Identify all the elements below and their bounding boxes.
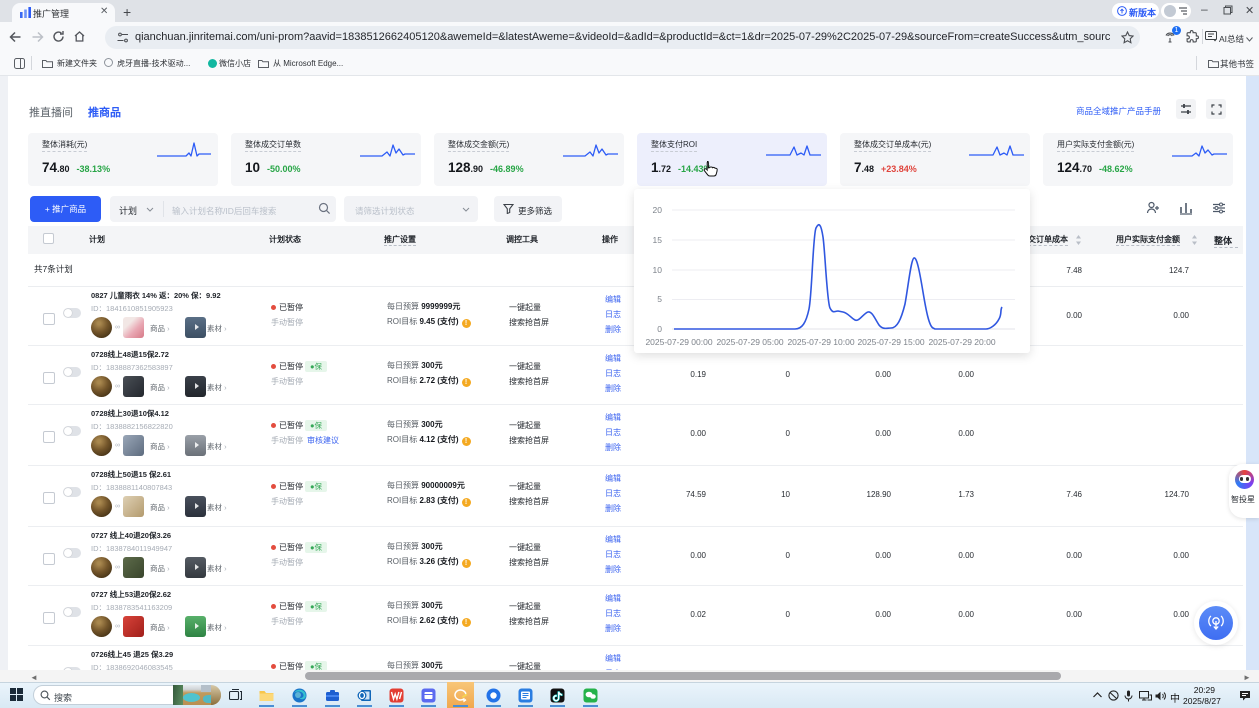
svg-text:0: 0 xyxy=(657,324,662,334)
svg-text:20: 20 xyxy=(653,205,663,215)
svg-text:10: 10 xyxy=(653,265,663,275)
svg-text:2025-07-29 00:00: 2025-07-29 00:00 xyxy=(645,337,712,347)
svg-text:2025-07-29 10:00: 2025-07-29 10:00 xyxy=(787,337,854,347)
svg-text:15: 15 xyxy=(653,235,663,245)
svg-text:5: 5 xyxy=(657,294,662,304)
svg-text:2025-07-29 20:00: 2025-07-29 20:00 xyxy=(928,337,995,347)
svg-text:2025-07-29 15:00: 2025-07-29 15:00 xyxy=(857,337,924,347)
svg-text:2025-07-29 05:00: 2025-07-29 05:00 xyxy=(716,337,783,347)
